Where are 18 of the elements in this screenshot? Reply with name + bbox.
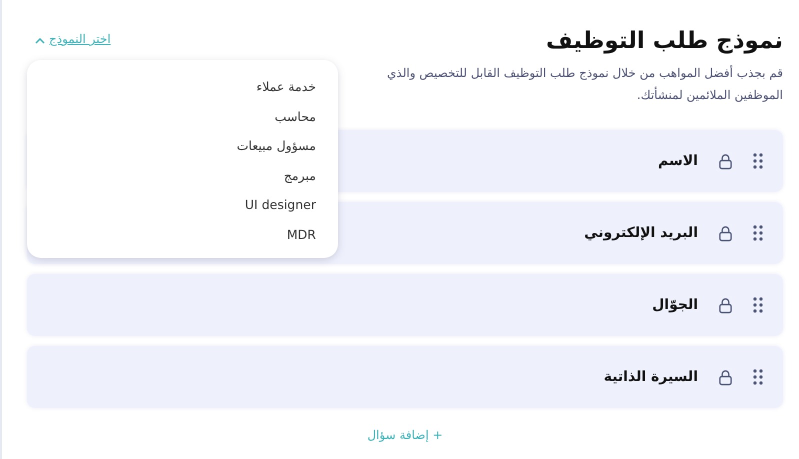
- question-label: السيرة الذاتية: [604, 369, 698, 385]
- question-row[interactable]: الجوّال: [27, 274, 783, 336]
- drag-handle-icon[interactable]: [753, 369, 763, 385]
- question-label: البريد الإلكتروني: [584, 225, 698, 241]
- drag-handle-icon[interactable]: [753, 153, 763, 169]
- drag-handle-icon[interactable]: [753, 225, 763, 241]
- page-title: نموذج طلب التوظيف: [544, 27, 783, 56]
- template-option[interactable]: MDR: [27, 220, 316, 249]
- template-option[interactable]: مبرمج: [27, 160, 316, 190]
- description-text: الموظفين الملائمين لمنشأتك.: [636, 86, 783, 104]
- drag-handle-icon[interactable]: [753, 297, 763, 313]
- description-text: قم بجذب أفضل المواهب من خلال نموذج طلب التوظيف القابل للتخصيص والذي: [387, 64, 783, 82]
- question-label: الاسم: [658, 153, 698, 169]
- template-option[interactable]: خدمة عملاء: [27, 72, 316, 102]
- template-option[interactable]: مسؤول مبيعات: [27, 131, 316, 160]
- template-option[interactable]: محاسب: [27, 102, 316, 131]
- question-label: الجوّال: [652, 297, 698, 313]
- question-row[interactable]: السيرة الذاتية: [27, 346, 783, 408]
